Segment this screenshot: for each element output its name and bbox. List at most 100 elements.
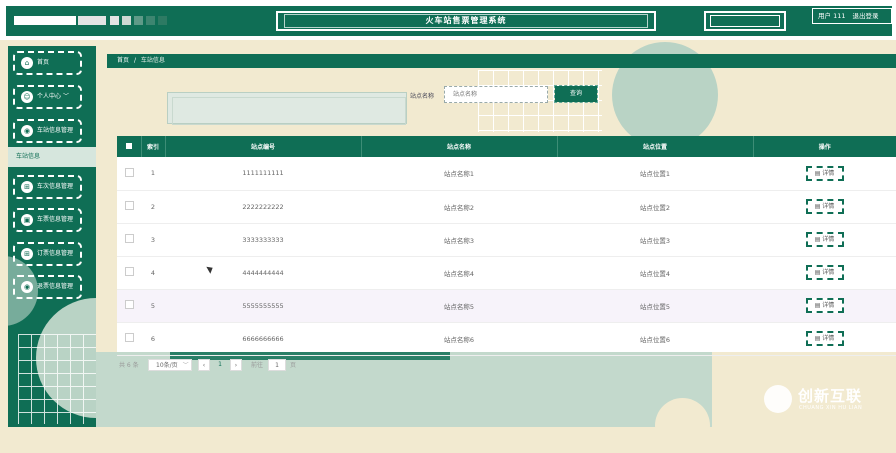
sidebar-item-label: 车站信息管理	[37, 127, 74, 134]
logout-button[interactable]: 退出登录	[852, 12, 878, 20]
cell-name: 站点名称6	[443, 335, 475, 344]
breadcrumb-home[interactable]: 首页	[117, 57, 129, 64]
cell-name: 站点名称3	[443, 236, 475, 245]
chevron-down-icon: ﹀	[182, 362, 189, 369]
page-unit: 页	[290, 362, 297, 369]
logo-bar-2	[78, 16, 106, 25]
column-header-action: 操作	[818, 144, 831, 151]
refund-icon: ◉	[21, 281, 33, 293]
pagination-total: 共 6 条	[119, 362, 139, 369]
detail-icon: ▤	[814, 203, 821, 210]
row-checkbox[interactable]	[117, 190, 141, 223]
cell-action: ▤ 详情	[753, 223, 896, 256]
search-input[interactable]	[444, 86, 548, 103]
table-row: 5 5555555555 站点名称5 站点位置5 ▤ 详情	[117, 289, 896, 322]
sidebar-subitem-station-info[interactable]: 车站信息	[8, 147, 96, 167]
sidebar-item-refund[interactable]: ◉ 退票信息管理	[13, 275, 82, 299]
detail-button[interactable]: ▤ 详情	[805, 165, 844, 181]
sidebar-item-label: 首页	[37, 59, 50, 66]
cell-number: 6666666666	[242, 334, 284, 343]
watermark-logo: 创新互联 CHUANG XIN HU LIAN	[764, 381, 890, 417]
row-checkbox[interactable]	[117, 322, 141, 355]
detail-button[interactable]: ▤ 详情	[805, 298, 844, 313]
cell-action: ▤ 详情	[753, 322, 896, 355]
top-bar-inner: 火车站售票管理系统	[6, 6, 892, 36]
sidebar-item-home[interactable]: ⌂ 首页	[13, 51, 82, 75]
cell-location: 站点位置5	[639, 302, 671, 311]
table-header-row: 索引 站点编号 站点名称 站点位置 操作	[117, 136, 896, 157]
sidebar: ⌂ 首页 ☺ 个人中心 ﹀ ◉ 车站信息管理 车站信息 ⊞ 车次信息管理 ▣ 车…	[8, 46, 96, 427]
cell-index: 4	[150, 268, 156, 277]
cell-number: 3333333333	[242, 235, 284, 244]
logo-square-1	[110, 16, 119, 25]
table-row: 1 1111111111 站点名称1 站点位置1 ▤ 详情	[117, 157, 896, 190]
table-row: 2 2222222222 站点名称2 站点位置2 ▤ 详情	[117, 190, 896, 223]
detail-button[interactable]: ▤ 详情	[805, 331, 844, 346]
cell-location: 站点位置2	[639, 203, 671, 212]
sidebar-item-label: 退票信息管理	[37, 283, 74, 290]
cell-index: 5	[150, 301, 156, 310]
home-icon: ⌂	[21, 57, 33, 69]
cell-action: ▤ 详情	[753, 157, 896, 190]
top-bar: 火车站售票管理系统 用户 111 退出登录	[0, 0, 896, 40]
user-name: 用户 111	[818, 12, 846, 20]
breadcrumb: 首页 / 车站信息	[107, 54, 896, 68]
sidebar-item-order[interactable]: ⊞ 订票信息管理	[13, 242, 82, 266]
table-row: 4 4444444444 站点名称4 站点位置4 ▤ 详情	[117, 256, 896, 289]
cell-name: 站点名称5	[443, 302, 475, 311]
user-icon: ☺	[21, 91, 33, 103]
goto-label: 前往	[251, 362, 264, 369]
table-row: 6 6666666666 站点名称6 站点位置6 ▤ 详情	[117, 322, 896, 355]
prev-page-button[interactable]: ‹	[198, 359, 210, 371]
chevron-down-icon: ﹀	[62, 93, 69, 100]
row-checkbox[interactable]	[117, 223, 141, 256]
detail-button[interactable]: ▤ 详情	[805, 265, 844, 280]
next-page-button[interactable]: ›	[230, 359, 242, 371]
cell-location: 站点位置1	[639, 170, 671, 179]
goto-page-input[interactable]: 1	[268, 359, 286, 371]
cell-location: 站点位置3	[639, 236, 671, 245]
logo-square-4	[146, 16, 155, 25]
breadcrumb-current: 车站信息	[140, 57, 165, 64]
cell-action: ▤ 详情	[753, 256, 896, 289]
column-header-location: 站点位置	[557, 136, 754, 157]
sidebar-item-label: 订票信息管理	[37, 250, 74, 257]
location-icon: ◉	[21, 125, 33, 137]
sidebar-item-station[interactable]: ◉ 车站信息管理	[13, 119, 82, 143]
sidebar-item-train[interactable]: ⊞ 车次信息管理	[13, 175, 82, 199]
search-button[interactable]: 查询	[554, 85, 598, 103]
detail-button[interactable]: ▤ 详情	[805, 199, 844, 214]
ticket-icon: ▣	[21, 214, 33, 226]
sidebar-item-label: 车次信息管理	[37, 183, 74, 190]
table-row: 3 3333333333 站点名称3 站点位置3 ▤ 详情	[117, 223, 896, 256]
station-table: 索引 站点编号 站点名称 站点位置 操作 1 1111111111 站点名称1 …	[117, 136, 896, 355]
sidebar-item-profile[interactable]: ☺ 个人中心 ﹀	[13, 85, 82, 109]
detail-icon: ▤	[814, 169, 821, 177]
detail-icon: ▤	[814, 302, 821, 309]
cell-name: 站点名称2	[443, 203, 475, 212]
cell-name: 站点名称4	[443, 269, 475, 278]
sidebar-item-ticket[interactable]: ▣ 车票信息管理	[13, 208, 82, 232]
select-all-checkbox[interactable]	[117, 136, 142, 157]
app-title: 火车站售票管理系统	[425, 16, 507, 25]
search-label: 站点名称	[410, 93, 435, 100]
row-checkbox[interactable]	[117, 157, 141, 190]
current-page[interactable]: 1	[212, 359, 228, 371]
sidebar-item-label: 车票信息管理	[37, 216, 74, 223]
row-checkbox[interactable]	[117, 289, 141, 322]
column-header-name: 站点名称	[361, 136, 558, 157]
bg-panel-left-back	[172, 97, 406, 125]
header-deco-frame-inner	[710, 15, 780, 27]
bg-half-circle	[655, 398, 710, 453]
detail-icon: ▤	[814, 269, 821, 276]
cell-number: 4444444444	[242, 268, 284, 277]
detail-button[interactable]: ▤ 详情	[805, 232, 844, 247]
detail-icon: ▤	[814, 236, 821, 243]
row-checkbox[interactable]	[117, 256, 141, 289]
page-size-select[interactable]: 10条/页 ﹀	[148, 359, 192, 371]
detail-icon: ▤	[814, 335, 821, 342]
cell-index: 1	[150, 169, 156, 178]
cell-index: 2	[150, 202, 156, 211]
watermark-text: 创新互联	[798, 387, 863, 405]
logo-square-2	[122, 16, 131, 25]
